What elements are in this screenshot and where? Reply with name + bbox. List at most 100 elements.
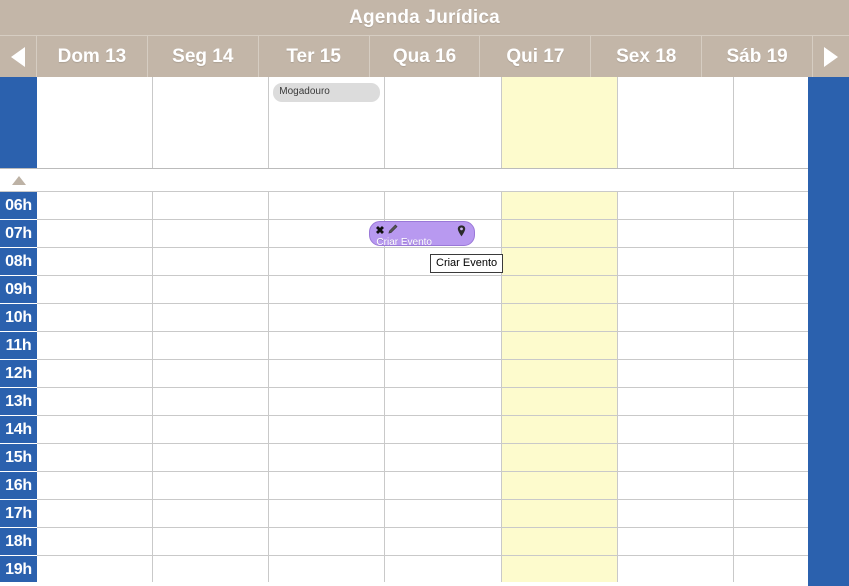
slot-0-9[interactable]	[37, 444, 154, 472]
slot-1-8[interactable]	[153, 416, 270, 444]
day-header-6[interactable]: Sáb 19	[702, 36, 812, 77]
slot-4-8[interactable]	[501, 416, 618, 444]
slot-3-9[interactable]	[385, 444, 502, 472]
slot-0-1[interactable]	[37, 220, 154, 248]
all-day-event[interactable]: Mogadouro	[273, 83, 381, 102]
slot-3-11[interactable]	[385, 500, 502, 528]
slot-0-12[interactable]	[37, 528, 154, 556]
slot-3-6[interactable]	[385, 360, 502, 388]
map-pin-icon[interactable]	[457, 224, 466, 242]
slot-0-8[interactable]	[37, 416, 154, 444]
all-day-cell-0[interactable]	[37, 77, 154, 168]
day-header-5[interactable]: Sex 18	[591, 36, 703, 77]
slot-1-6[interactable]	[153, 360, 270, 388]
slot-5-0[interactable]	[617, 192, 734, 220]
slot-1-7[interactable]	[153, 388, 270, 416]
prev-week-button[interactable]	[0, 36, 37, 77]
slot-4-7[interactable]	[501, 388, 618, 416]
all-day-cell-2[interactable]: Mogadouro	[269, 77, 386, 168]
all-day-cell-1[interactable]	[153, 77, 270, 168]
slot-5-5[interactable]	[617, 332, 734, 360]
slot-3-0[interactable]	[385, 192, 502, 220]
day-header-4[interactable]: Qui 17	[480, 36, 592, 77]
collapse-all-day-button[interactable]	[0, 169, 37, 191]
slot-5-3[interactable]	[617, 276, 734, 304]
slot-2-0[interactable]	[269, 192, 386, 220]
slot-2-11[interactable]	[269, 500, 386, 528]
close-x-icon[interactable]: ✖	[375, 225, 384, 237]
slot-0-0[interactable]	[37, 192, 154, 220]
slot-0-7[interactable]	[37, 388, 154, 416]
slot-2-3[interactable]	[269, 276, 386, 304]
slot-3-3[interactable]	[385, 276, 502, 304]
slot-5-12[interactable]	[617, 528, 734, 556]
slot-2-9[interactable]	[269, 444, 386, 472]
slot-4-6[interactable]	[501, 360, 618, 388]
slot-4-1[interactable]	[501, 220, 618, 248]
slot-3-8[interactable]	[385, 416, 502, 444]
slot-5-10[interactable]	[617, 472, 734, 500]
slot-3-4[interactable]	[385, 304, 502, 332]
slot-5-6[interactable]	[617, 360, 734, 388]
slot-3-13[interactable]	[385, 556, 502, 582]
slot-0-4[interactable]	[37, 304, 154, 332]
slot-0-6[interactable]	[37, 360, 154, 388]
slot-2-12[interactable]	[269, 528, 386, 556]
slot-4-4[interactable]	[501, 304, 618, 332]
slot-0-2[interactable]	[37, 248, 154, 276]
all-day-cell-3[interactable]	[385, 77, 502, 168]
slot-1-13[interactable]	[153, 556, 270, 582]
slot-5-2[interactable]	[617, 248, 734, 276]
slot-0-11[interactable]	[37, 500, 154, 528]
slot-1-2[interactable]	[153, 248, 270, 276]
slot-5-11[interactable]	[617, 500, 734, 528]
slot-1-11[interactable]	[153, 500, 270, 528]
slot-3-5[interactable]	[385, 332, 502, 360]
slot-2-7[interactable]	[269, 388, 386, 416]
slot-0-5[interactable]	[37, 332, 154, 360]
slot-5-4[interactable]	[617, 304, 734, 332]
slot-2-8[interactable]	[269, 416, 386, 444]
slot-1-4[interactable]	[153, 304, 270, 332]
right-scroll-band[interactable]	[808, 77, 849, 586]
slot-1-12[interactable]	[153, 528, 270, 556]
slot-2-1[interactable]	[269, 220, 386, 248]
slot-4-5[interactable]	[501, 332, 618, 360]
slot-4-9[interactable]	[501, 444, 618, 472]
slot-5-1[interactable]	[617, 220, 734, 248]
slot-0-3[interactable]	[37, 276, 154, 304]
slot-4-11[interactable]	[501, 500, 618, 528]
day-header-0[interactable]: Dom 13	[37, 36, 148, 77]
day-header-2[interactable]: Ter 15	[259, 36, 370, 77]
slot-2-5[interactable]	[269, 332, 386, 360]
slot-1-5[interactable]	[153, 332, 270, 360]
slot-5-8[interactable]	[617, 416, 734, 444]
slot-4-3[interactable]	[501, 276, 618, 304]
slot-1-9[interactable]	[153, 444, 270, 472]
next-week-button[interactable]	[812, 36, 849, 77]
slot-3-7[interactable]	[385, 388, 502, 416]
slot-2-4[interactable]	[269, 304, 386, 332]
day-header-1[interactable]: Seg 14	[148, 36, 259, 77]
slot-1-1[interactable]	[153, 220, 270, 248]
slot-2-13[interactable]	[269, 556, 386, 582]
all-day-cell-5[interactable]	[618, 77, 734, 168]
slot-2-6[interactable]	[269, 360, 386, 388]
day-header-3[interactable]: Qua 16	[370, 36, 481, 77]
slot-4-13[interactable]	[501, 556, 618, 582]
slot-3-12[interactable]	[385, 528, 502, 556]
slot-5-13[interactable]	[618, 556, 734, 582]
slot-4-0[interactable]	[501, 192, 618, 220]
slot-2-10[interactable]	[269, 472, 386, 500]
calendar-event[interactable]: ✖ Criar Evento	[369, 221, 475, 246]
slot-1-0[interactable]	[153, 192, 270, 220]
slot-1-10[interactable]	[153, 472, 270, 500]
slot-1-3[interactable]	[153, 276, 270, 304]
slot-5-9[interactable]	[617, 444, 734, 472]
slot-4-2[interactable]	[501, 248, 618, 276]
slot-4-10[interactable]	[501, 472, 618, 500]
slot-3-10[interactable]	[385, 472, 502, 500]
slot-4-12[interactable]	[501, 528, 618, 556]
all-day-cell-4[interactable]	[501, 77, 618, 168]
slot-5-7[interactable]	[617, 388, 734, 416]
